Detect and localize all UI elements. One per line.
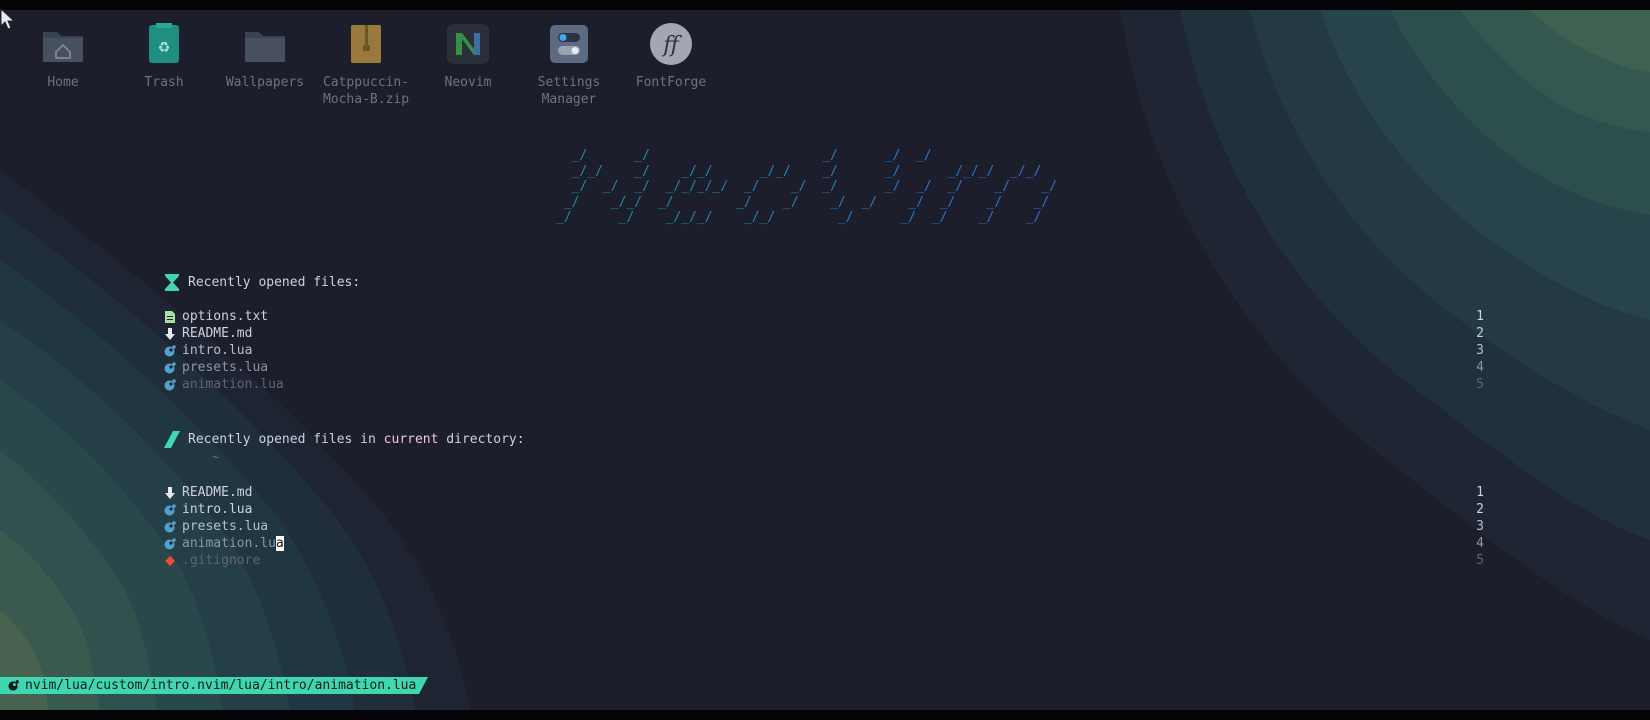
file-name-text: animation.lu (182, 536, 276, 551)
desktop-icon-label: Settings Manager (537, 75, 601, 107)
list-item[interactable]: animation.lua 5 (164, 376, 1484, 393)
desktop-icon-label: Catppuccin- Mocha-B.zip (322, 75, 410, 107)
desktop-icon-fontforge[interactable]: ff FontForge (621, 22, 721, 91)
cwd-path: ~ (212, 450, 220, 464)
hourglass-icon (165, 274, 179, 291)
file-index: 1 (1476, 309, 1484, 324)
list-item[interactable]: README.md 1 (164, 484, 1484, 501)
file-index: 1 (1476, 485, 1484, 500)
lua-icon (8, 680, 19, 691)
desktop-icon-trash[interactable]: ♻ Trash (114, 22, 214, 91)
list-item[interactable]: presets.lua 4 (164, 359, 1484, 376)
lua-icon (164, 503, 176, 516)
markdown-icon (164, 486, 176, 499)
file-index: 3 (1476, 519, 1484, 534)
list-item[interactable]: intro.lua 3 (164, 342, 1484, 359)
lua-icon (164, 344, 176, 357)
file-name: README.md (182, 326, 253, 341)
desktop-icon-zip[interactable]: Catppuccin- Mocha-B.zip (316, 22, 416, 108)
ascii-line: _/ _/_/ _/ _/ _/ _/ _/ _/ _/ _/ _/ (563, 194, 1050, 210)
lua-icon (164, 520, 176, 533)
desktop-icon-settings[interactable]: Settings Manager (519, 22, 619, 108)
neovim-icon (446, 22, 490, 66)
desktop-icon-neovim[interactable]: Neovim (418, 22, 518, 91)
section-title-prefix: Recently opened files in (188, 432, 384, 447)
list-item[interactable]: intro.lua 2 (164, 501, 1484, 518)
ascii-line: _/_/ _/ _/_/ _/_/ _/ _/ _/_/_/ _/_/ (571, 163, 1042, 179)
desktop-icon-label: Wallpapers (225, 75, 305, 90)
bottom-panel (0, 710, 1650, 720)
lua-icon (164, 378, 176, 391)
file-name: presets.lua (182, 360, 269, 375)
file-index: 4 (1476, 536, 1484, 551)
ascii-line: _/ _/ _/ _/ _/ (571, 148, 932, 163)
markdown-icon (164, 327, 176, 340)
zip-archive-icon (344, 22, 388, 66)
status-line: nvim/lua/custom/intro.nvim/lua/intro/ani… (0, 677, 428, 694)
list-item[interactable]: presets.lua 3 (164, 518, 1484, 535)
text-file-icon (164, 310, 176, 323)
ascii-line: _/ _/ _/_/_/ _/_/ _/ _/ _/ _/ _/ (556, 210, 1042, 225)
file-name: .gitignore (182, 553, 261, 568)
list-item[interactable]: .gitignore 5 (164, 552, 1484, 569)
status-file-path: nvim/lua/custom/intro.nvim/lua/intro/ani… (25, 678, 417, 693)
ascii-line: _/ _/ _/ _/_/_/_/ _/ _/ _/ _/ _/ _/ _/ _… (571, 179, 1057, 194)
file-name: options.txt (182, 309, 269, 324)
section-title-suffix: directory: (438, 432, 525, 447)
recent-files-header: Recently opened files: (164, 274, 360, 291)
section-title: Recently opened files: (188, 275, 361, 290)
fontforge-icon: ff (649, 22, 693, 66)
file-index: 5 (1476, 553, 1484, 568)
slash-icon (164, 431, 180, 448)
file-index: 2 (1476, 502, 1484, 517)
git-icon (164, 554, 176, 567)
home-folder-icon (41, 22, 85, 66)
desktop-icon-label: Home (47, 75, 79, 90)
ascii-banner: _/ _/ _/ _/ _/ _/_/ _/ _/_/ _/_/ _/ _/ _… (556, 148, 1057, 226)
recent-cwd-header: Recently opened files in current directo… (164, 431, 525, 448)
trash-icon: ♻ (142, 22, 186, 66)
section-title: Recently opened files in current directo… (188, 432, 525, 447)
file-name: presets.lua (182, 519, 269, 534)
list-item[interactable]: options.txt 1 (164, 308, 1484, 325)
lua-icon (164, 361, 176, 374)
lua-icon (164, 537, 176, 550)
settings-toggle-icon (547, 22, 591, 66)
svg-text:♻: ♻ (158, 40, 171, 56)
desktop-icon-home[interactable]: Home (13, 22, 113, 91)
file-index: 3 (1476, 343, 1484, 358)
top-panel (0, 0, 1650, 10)
desktop-icon-wallpapers[interactable]: Wallpapers (215, 22, 315, 91)
editor-cursor: a (275, 536, 284, 551)
desktop-icon-label: FontForge (635, 75, 707, 90)
desktop-icon-label: Neovim (444, 75, 492, 90)
desktop-icon-label: Trash (144, 75, 184, 90)
file-index: 5 (1476, 377, 1484, 392)
file-name: intro.lua (182, 502, 253, 517)
section-title-highlight: current (383, 432, 439, 447)
file-name: animation.lua (182, 536, 1470, 551)
file-index: 4 (1476, 360, 1484, 375)
file-index: 2 (1476, 326, 1484, 341)
file-name: intro.lua (182, 343, 253, 358)
folder-icon (243, 22, 287, 66)
list-item[interactable]: README.md 2 (164, 325, 1484, 342)
file-name: README.md (182, 485, 253, 500)
list-item[interactable]: animation.lua 4 (164, 535, 1484, 552)
file-name: animation.lua (182, 377, 284, 392)
